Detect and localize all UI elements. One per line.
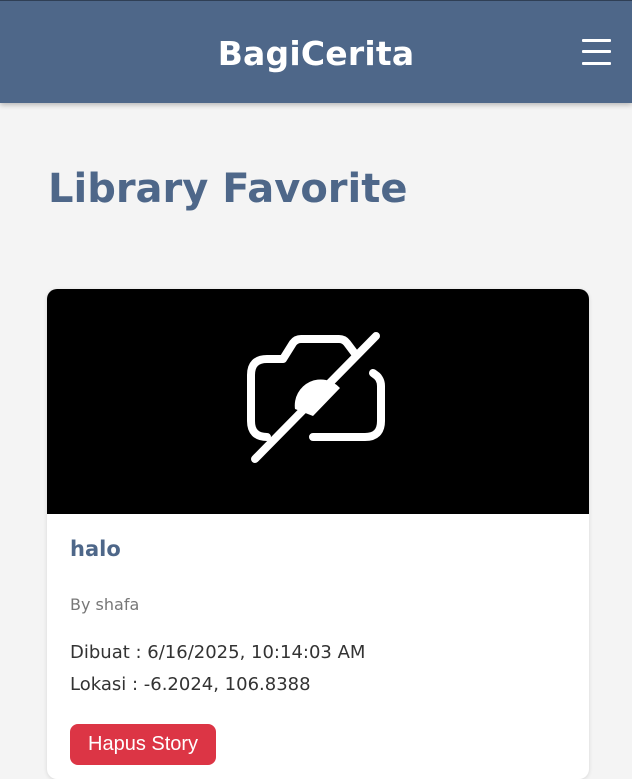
story-title[interactable]: halo xyxy=(70,534,121,564)
story-created-date: Dibuat : 6/16/2025, 10:14:03 AM xyxy=(70,642,366,663)
story-card: halo By shafa Dibuat : 6/16/2025, 10:14:… xyxy=(47,289,589,779)
menu-line xyxy=(582,39,611,42)
app-header: BagiCerita xyxy=(0,0,632,103)
no-camera-icon xyxy=(247,332,385,463)
story-author: By shafa xyxy=(70,595,140,614)
brand-title[interactable]: BagiCerita xyxy=(0,34,632,74)
page-title: Library Favorite xyxy=(48,166,408,212)
menu-line xyxy=(582,62,611,65)
story-location: Lokasi : -6.2024, 106.8388 xyxy=(70,674,311,695)
menu-line xyxy=(582,50,611,53)
delete-story-button[interactable]: Hapus Story xyxy=(70,724,217,765)
story-image xyxy=(47,289,589,514)
hamburger-menu-icon[interactable] xyxy=(582,38,612,66)
